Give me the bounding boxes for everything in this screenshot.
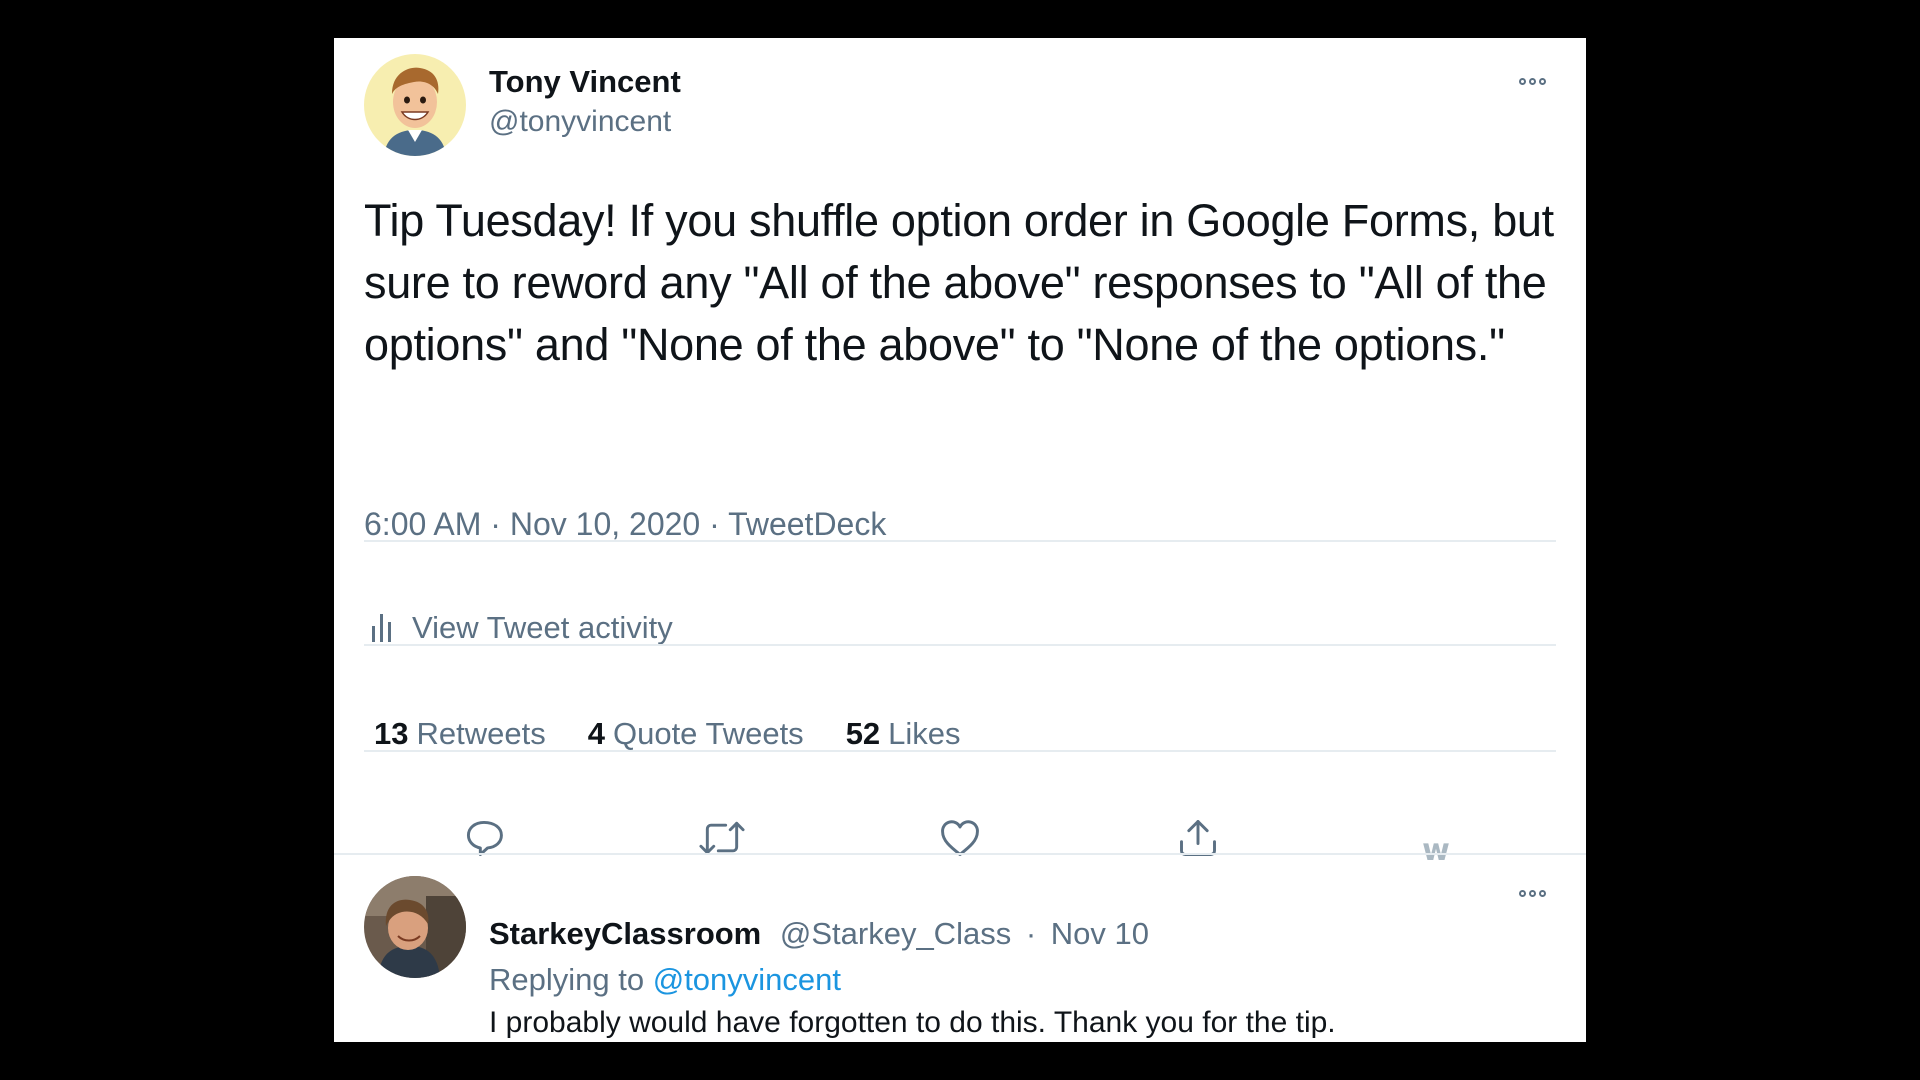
reply-date[interactable]: Nov 10 [1051,916,1149,951]
likes-count: 52 [845,716,881,751]
meta-separator: · [709,506,720,542]
reply-separator-dot: · [1025,916,1037,951]
divider [364,750,1556,752]
reply-text: I probably would have forgotten to do th… [489,1006,1336,1039]
retweet-button[interactable] [692,808,752,868]
view-tweet-activity-link[interactable]: View Tweet activity [370,610,673,646]
retweets-label: Retweets [416,716,546,751]
tweet-date[interactable]: Nov 10, 2020 [510,506,700,542]
reply-author-handle[interactable]: @Starkey_Class [780,916,1011,951]
tweet-card: Tony Vincent @tonyvincent Tip Tuesday! I… [334,38,1586,1042]
reply-header: StarkeyClassroom @Starkey_Class · Nov 10 [489,916,1149,952]
author-handle[interactable]: @tonyvincent [489,105,671,139]
replying-to-handle[interactable]: @tonyvincent [653,962,841,997]
tweet-source[interactable]: TweetDeck [728,506,886,542]
reply-button[interactable] [454,808,514,868]
author-name[interactable]: Tony Vincent [489,64,681,100]
bar-chart-icon [372,614,391,642]
reply-author-name[interactable]: StarkeyClassroom [489,916,761,951]
tweet-actions: w [364,808,1556,878]
tweet-stats: 13 Retweets 4 Quote Tweets 52 Likes [374,716,961,752]
likes-stat[interactable]: 52 Likes [846,716,961,752]
avatar-illustration [364,54,466,156]
divider [364,540,1556,542]
share-button[interactable] [1168,808,1228,868]
tweet-time[interactable]: 6:00 AM [364,506,481,542]
likes-label: Likes [888,716,961,751]
view-tweet-activity-label: View Tweet activity [412,610,673,645]
quote-tweets-stat[interactable]: 4 Quote Tweets [588,716,804,752]
reply-separator [334,853,1586,855]
replying-to: Replying to @tonyvincent [489,962,841,998]
retweets-count: 13 [374,716,409,751]
meta-separator: · [490,506,501,542]
author-avatar[interactable] [364,54,466,156]
quote-tweets-count: 4 [587,716,605,751]
w-logo-icon: w [1422,832,1450,868]
tweet-timestamp: 6:00 AM · Nov 10, 2020 · TweetDeck [364,506,886,543]
w-extension-button[interactable]: w [1406,820,1466,880]
tweet-text: Tip Tuesday! If you shuffle option order… [364,195,1554,370]
more-options-icon[interactable] [1519,78,1546,85]
replying-to-label: Replying to [489,962,645,997]
like-button[interactable] [930,808,990,868]
retweets-stat[interactable]: 13 Retweets [374,716,546,752]
quote-tweets-label: Quote Tweets [612,716,804,751]
reply-author-avatar[interactable] [364,876,466,978]
reply-more-options-icon[interactable] [1519,890,1546,897]
avatar-photo [364,876,466,978]
divider [364,644,1556,646]
